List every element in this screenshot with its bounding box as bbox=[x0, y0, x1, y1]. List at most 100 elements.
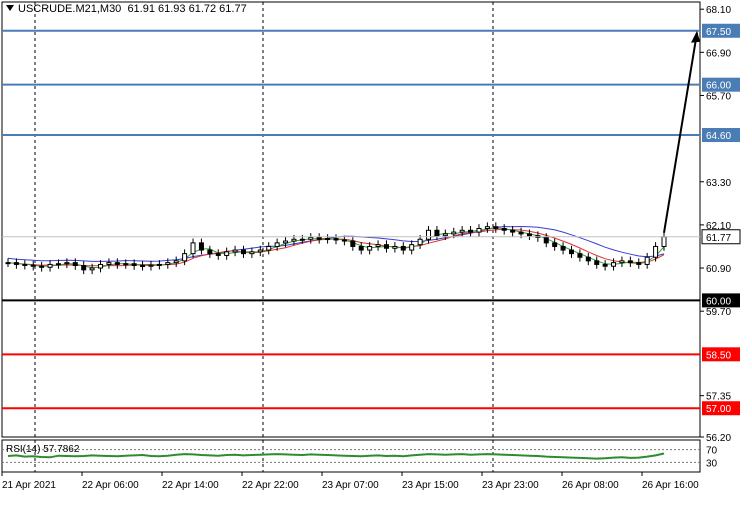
candle-body bbox=[383, 244, 389, 249]
candle-body bbox=[434, 229, 440, 237]
ohlc-values: 61.91 61.93 61.72 61.77 bbox=[127, 3, 247, 15]
price-tick-label: 66.90 bbox=[706, 48, 731, 59]
candle-body bbox=[341, 239, 347, 242]
level-price-label: 60.00 bbox=[706, 296, 731, 307]
candle-body bbox=[13, 262, 19, 265]
candle-body bbox=[89, 267, 95, 271]
candle-body bbox=[459, 229, 465, 233]
candle-body bbox=[493, 226, 499, 229]
candle-body bbox=[106, 262, 112, 265]
candle-body bbox=[619, 260, 625, 264]
candle-body bbox=[5, 262, 11, 265]
price-tick-label: 57.35 bbox=[706, 392, 731, 403]
candle-body bbox=[257, 249, 263, 253]
time-tick-label: 23 Apr 15:00 bbox=[402, 480, 459, 491]
candle-body bbox=[182, 253, 188, 262]
candle-body bbox=[316, 236, 322, 240]
price-tick-label: 59.70 bbox=[706, 307, 731, 318]
level-price-label: 64.60 bbox=[706, 131, 731, 142]
candle-body bbox=[375, 244, 381, 247]
candle-body bbox=[468, 229, 474, 233]
candle-body bbox=[510, 229, 516, 233]
time-tick-label: 22 Apr 22:00 bbox=[242, 480, 299, 491]
candle-body bbox=[484, 226, 490, 229]
candle-body bbox=[123, 263, 129, 266]
candle-body bbox=[560, 245, 566, 251]
candle-body bbox=[39, 265, 45, 268]
candle-body bbox=[299, 238, 305, 241]
candle-body bbox=[585, 256, 591, 262]
candle-body bbox=[526, 233, 532, 237]
level-price-label: 57.00 bbox=[706, 404, 731, 415]
candle-body bbox=[409, 244, 415, 251]
chart-canvas[interactable]: 68.1066.9065.7063.3062.1060.9059.7057.35… bbox=[0, 0, 752, 503]
candle-body bbox=[325, 238, 331, 241]
candle-body bbox=[426, 229, 432, 240]
candle-body bbox=[140, 265, 146, 268]
time-tick-label: 26 Apr 16:00 bbox=[642, 480, 699, 491]
time-tick-label: 26 Apr 08:00 bbox=[562, 480, 619, 491]
candle-body bbox=[81, 265, 87, 271]
candle-body bbox=[291, 238, 297, 242]
candle-body bbox=[568, 249, 574, 255]
candle-body bbox=[577, 253, 583, 258]
candle-body bbox=[173, 260, 179, 264]
candle-body bbox=[602, 263, 608, 267]
candle-body bbox=[501, 227, 507, 231]
candle-body bbox=[283, 240, 289, 244]
candle-body bbox=[358, 245, 364, 251]
level-price-label: 67.50 bbox=[706, 27, 731, 38]
candle-body bbox=[392, 245, 398, 249]
candle-body bbox=[22, 263, 28, 266]
price-tick-label: 65.70 bbox=[706, 91, 731, 102]
candle-body bbox=[417, 238, 423, 246]
candle-body bbox=[64, 262, 70, 265]
candle-body bbox=[55, 263, 61, 266]
candle-body bbox=[274, 242, 280, 247]
candle-body bbox=[594, 260, 600, 265]
current-price-label: 61.77 bbox=[706, 233, 731, 244]
rsi-label: RSI(14) 57.7862 bbox=[6, 444, 80, 455]
candle-body bbox=[114, 262, 120, 265]
candle-body bbox=[518, 231, 524, 235]
candle-body bbox=[442, 233, 448, 237]
candle-body bbox=[156, 263, 162, 266]
dropdown-triangle-icon[interactable] bbox=[6, 5, 14, 11]
level-price-label: 58.50 bbox=[706, 350, 731, 361]
candle-body bbox=[72, 262, 78, 267]
candle-body bbox=[400, 245, 406, 251]
candle-body bbox=[636, 262, 642, 265]
time-tick-label: 21 Apr 2021 bbox=[2, 480, 56, 491]
candle-body bbox=[644, 256, 650, 265]
candle-body bbox=[266, 245, 272, 251]
candle-body bbox=[232, 249, 238, 253]
candle-body bbox=[543, 236, 549, 244]
time-tick-label: 23 Apr 07:00 bbox=[322, 480, 379, 491]
candle-body bbox=[249, 251, 255, 255]
candle-body bbox=[367, 245, 373, 251]
candle-body bbox=[333, 238, 339, 241]
candle-body bbox=[611, 262, 617, 267]
candle-body bbox=[30, 264, 36, 267]
time-tick-label: 23 Apr 23:00 bbox=[482, 480, 539, 491]
candle-body bbox=[627, 260, 633, 264]
candle-body bbox=[350, 240, 356, 247]
candle-body bbox=[224, 251, 230, 256]
level-price-label: 66.00 bbox=[706, 81, 731, 92]
candle-body bbox=[661, 236, 667, 247]
time-tick-label: 22 Apr 06:00 bbox=[82, 480, 139, 491]
rsi-scale-70: 70 bbox=[706, 446, 718, 457]
candle-body bbox=[476, 227, 482, 233]
candle-body bbox=[165, 262, 171, 265]
candle-body bbox=[98, 263, 104, 269]
symbol-timeframe: USCRUDE.M21,M30 bbox=[18, 3, 122, 15]
trading-chart[interactable]: 68.10 66.90 65.70 63.30 62.10 60.90 59.70 57.35… bbox=[0, 0, 752, 503]
candle-body bbox=[308, 236, 314, 240]
price-tick-label: 63.30 bbox=[706, 178, 731, 189]
chart-header: USCRUDE.M21,M30 61.91 61.93 61.72 61.77 bbox=[6, 3, 247, 15]
candle-body bbox=[552, 242, 558, 247]
candle-body bbox=[198, 242, 204, 251]
rsi-scale-30: 30 bbox=[706, 458, 718, 469]
time-tick-label: 22 Apr 14:00 bbox=[162, 480, 219, 491]
candle-body bbox=[148, 264, 154, 267]
